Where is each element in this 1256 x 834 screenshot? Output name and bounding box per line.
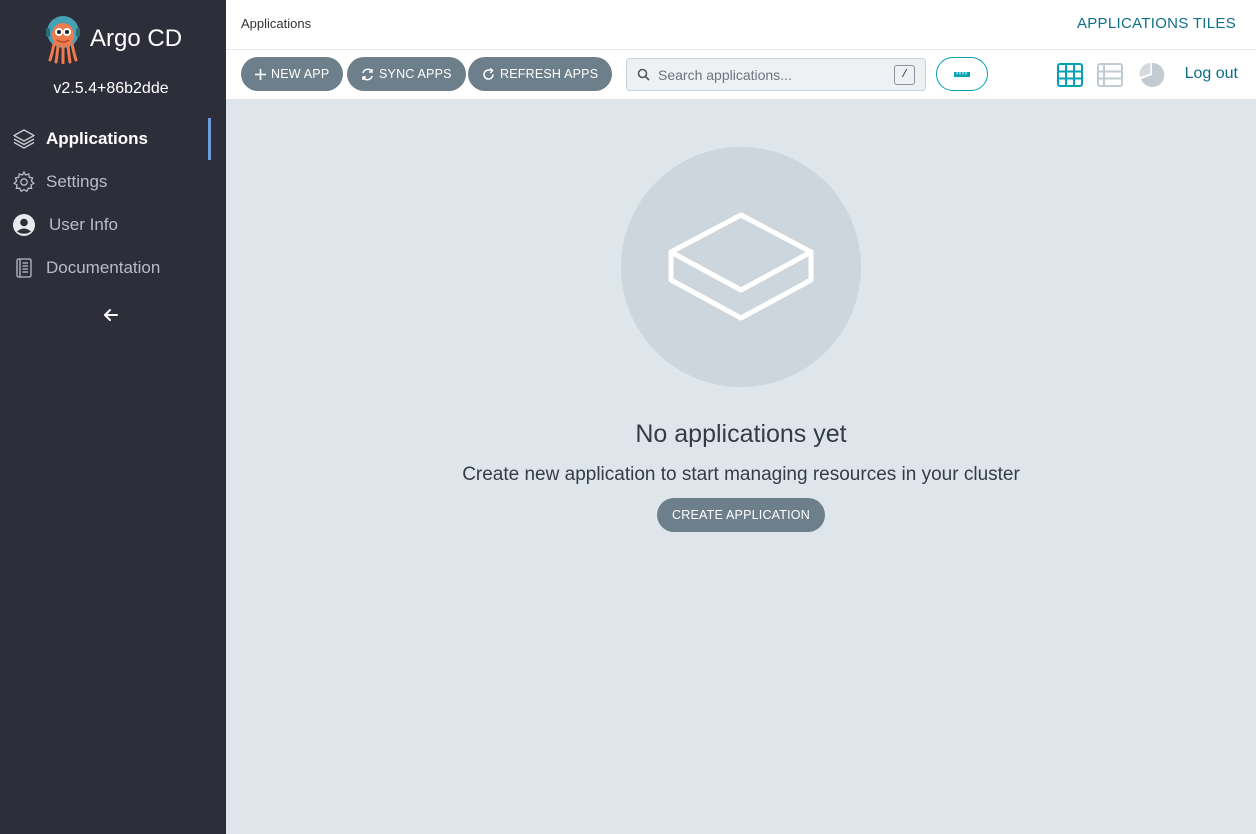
- layers-icon: [668, 212, 814, 320]
- sidebar-item-label: Documentation: [46, 258, 161, 277]
- version-label: v2.5.4+86b2dde: [53, 80, 169, 97]
- sync-icon: [362, 68, 373, 80]
- logout-link[interactable]: Log out: [1185, 65, 1238, 83]
- toolbar: NEW APP SYNC APPS REFRESH APPS /: [226, 50, 1256, 100]
- sidebar-item-label: Settings: [46, 172, 108, 191]
- summary-view-icon[interactable]: [1139, 62, 1165, 88]
- list-view-icon[interactable]: [1097, 62, 1123, 88]
- arrow-left-icon[interactable]: [100, 304, 122, 326]
- refresh-apps-button[interactable]: REFRESH APPS: [468, 57, 613, 91]
- sidebar-item-user-info[interactable]: User Info: [0, 204, 226, 246]
- search-box: /: [626, 58, 926, 91]
- refresh-icon: [483, 67, 494, 80]
- sidebar-item-applications[interactable]: Applications: [0, 118, 226, 160]
- search-shortcut-key: /: [894, 65, 915, 85]
- breadcrumb[interactable]: Applications: [241, 16, 311, 31]
- sidebar-nav: Applications Settings User Info Document…: [0, 118, 226, 290]
- sync-apps-label: SYNC APPS: [379, 67, 452, 81]
- tiles-view-icon[interactable]: [1057, 62, 1083, 88]
- filter-toggle-button[interactable]: [936, 57, 988, 91]
- argo-logo-icon: [46, 16, 80, 64]
- ruler-icon: [954, 72, 970, 77]
- brand[interactable]: Argo CD: [44, 14, 182, 64]
- page-title: APPLICATIONS TILES: [1076, 15, 1236, 32]
- book-icon: [12, 256, 36, 280]
- refresh-apps-label: REFRESH APPS: [500, 67, 599, 81]
- empty-state-subtitle: Create new application to start managing…: [462, 464, 1020, 485]
- user-icon: [12, 213, 36, 237]
- new-app-label: NEW APP: [271, 67, 330, 81]
- top-bar: Applications APPLICATIONS TILES: [226, 0, 1256, 50]
- search-icon: [637, 68, 650, 81]
- create-application-button[interactable]: CREATE APPLICATION: [657, 498, 825, 532]
- sidebar-item-documentation[interactable]: Documentation: [0, 247, 226, 289]
- main-content: No applications yet Create new applicati…: [226, 100, 1256, 834]
- search-input[interactable]: [658, 66, 878, 83]
- sync-apps-button[interactable]: SYNC APPS: [347, 57, 466, 91]
- layers-icon: [12, 127, 36, 151]
- sidebar-item-label: User Info: [49, 215, 118, 234]
- gear-icon: [12, 170, 36, 194]
- plus-icon: [255, 68, 266, 80]
- sidebar-item-label: Applications: [46, 129, 149, 148]
- empty-state-illustration: [621, 147, 861, 387]
- empty-state-title: No applications yet: [635, 420, 847, 448]
- new-app-button[interactable]: NEW APP: [241, 57, 344, 91]
- sidebar: Argo CD v2.5.4+86b2dde Applications Sett…: [0, 0, 226, 834]
- sidebar-item-settings[interactable]: Settings: [0, 161, 226, 203]
- brand-name: Argo CD: [90, 25, 183, 52]
